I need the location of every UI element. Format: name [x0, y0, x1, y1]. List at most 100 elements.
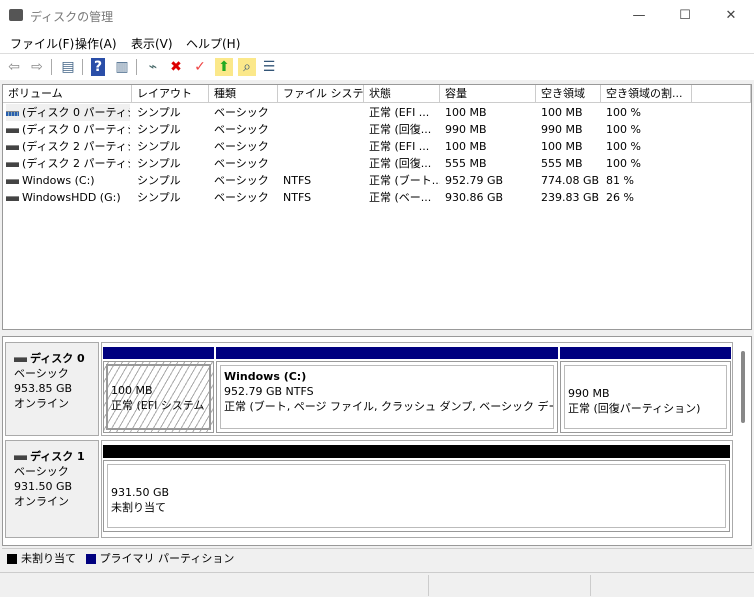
search-icon[interactable]: ⌕: [238, 58, 256, 76]
status-bar: [0, 572, 754, 597]
connect-drive-icon[interactable]: ⌁: [144, 58, 162, 76]
cell-text: 100 MB: [541, 140, 583, 153]
column-header-free-space[interactable]: 空き領域: [536, 85, 601, 103]
partition-status: 正常 (ブート, ページ ファイル, クラッシュ ダンプ, ベーシック データ …: [224, 400, 553, 413]
disk-size: 931.50 GB: [14, 480, 73, 493]
column-header-volume[interactable]: ボリューム: [3, 85, 132, 103]
column-header-filesystem[interactable]: ファイル システム: [278, 85, 364, 103]
cell-text: ベーシック: [214, 123, 269, 136]
table-cell: 正常 (回復...: [369, 121, 440, 138]
cell-text: 正常 (EFI ...: [369, 140, 430, 153]
table-cell: 774.08 GB: [541, 172, 601, 189]
back-icon[interactable]: ⇦: [5, 58, 23, 76]
volume-list: ボリューム レイアウト 種類 ファイル システム 状態 容量 空き領域 空き領域…: [2, 84, 752, 330]
table-cell: 990 MB: [445, 121, 536, 138]
table-cell: 100 MB: [445, 104, 536, 121]
table-cell: 100 MB: [445, 138, 536, 155]
table-cell: シンプル: [137, 121, 209, 138]
cell-text: Windows (C:): [22, 174, 95, 187]
column-header-free-percent[interactable]: 空き領域の割...: [601, 85, 692, 103]
partition-unallocated[interactable]: 931.50 GB 未割り当て: [103, 460, 730, 532]
disk-1-label[interactable]: ディスク 1 ベーシック 931.50 GB オンライン: [5, 440, 99, 538]
vertical-scrollbar[interactable]: [741, 351, 745, 423]
table-row[interactable]: WindowsHDD (G:) シンプル ベーシック NTFS 正常 (ベー... 930…: [3, 189, 751, 206]
table-cell: ベーシック: [214, 104, 278, 121]
partition-stripe: [103, 445, 730, 458]
volume-icon: [6, 144, 19, 150]
forward-icon[interactable]: ⇨: [28, 58, 46, 76]
table-cell: 正常 (ブート...: [369, 172, 440, 189]
partition-size: 100 MB: [111, 384, 153, 397]
toolbar: ⇦ ⇨ ▤ ? ▥ ⌁ ✖ ✓ ⬆ ⌕ ☰: [0, 54, 754, 80]
table-cell: 990 MB: [541, 121, 601, 138]
partition-windows-c[interactable]: Windows (C:) 952.79 GB NTFS 正常 (ブート, ページ…: [216, 361, 558, 433]
menu-action[interactable]: 操作(A): [75, 35, 117, 52]
cell-text: 930.86 GB: [445, 191, 504, 204]
cell-text: ベーシック: [214, 191, 269, 204]
column-header-type[interactable]: 種類: [209, 85, 278, 103]
disk-0-label[interactable]: ディスク 0 ベーシック 953.85 GB オンライン: [5, 342, 99, 436]
minimize-button[interactable]: —: [616, 0, 662, 32]
help-icon[interactable]: ?: [91, 58, 105, 76]
cell-text: NTFS: [283, 174, 312, 187]
table-row[interactable]: (ディスク 0 パーティシ... シンプル ベーシック 正常 (回復... 990 MB…: [3, 121, 751, 138]
cell-text: ベーシック: [214, 157, 269, 170]
table-row[interactable]: (ディスク 0 パーティシ... シンプル ベーシック 正常 (EFI ... 100 …: [3, 104, 751, 121]
window-title: ディスクの管理: [30, 10, 114, 24]
table-row[interactable]: Windows (C:) シンプル ベーシック NTFS 正常 (ブート... 952.7…: [3, 172, 751, 189]
status-divider: [590, 575, 591, 596]
check-icon[interactable]: ✓: [191, 58, 209, 76]
partition-size: 990 MB: [568, 387, 610, 400]
cell-text: 774.08 GB: [541, 174, 600, 187]
toolbar-separator: [82, 59, 83, 75]
cell-text: 952.79 GB: [445, 174, 504, 187]
cell-text: 100 MB: [445, 106, 487, 119]
table-row[interactable]: (ディスク 2 パーティシ... シンプル ベーシック 正常 (EFI ... 100 …: [3, 138, 751, 155]
menu-file[interactable]: ファイル(F): [10, 35, 74, 52]
delete-icon[interactable]: ✖: [167, 58, 185, 76]
properties-icon[interactable]: ☰: [260, 58, 278, 76]
close-button[interactable]: ✕: [708, 0, 754, 32]
table-cell: ベーシック: [214, 138, 278, 155]
cell-text: 990 MB: [445, 123, 487, 136]
cell-text: 正常 (回復...: [369, 157, 432, 170]
partition-stripe: [560, 347, 731, 359]
disk-1-partitions: 931.50 GB 未割り当て: [101, 440, 733, 538]
menu-bar: ファイル(F) 操作(A) 表示(V) ヘルプ(H): [0, 32, 754, 54]
volume-icon: [6, 195, 19, 201]
table-cell: 100 %: [606, 138, 692, 155]
column-header-blank: [692, 85, 751, 103]
cell-text: WindowsHDD (G:): [22, 191, 121, 204]
partition-size: 931.50 GB: [111, 486, 170, 499]
volume-icon: [6, 127, 19, 133]
table-cell: 81 %: [606, 172, 692, 189]
cell-text: ベーシック: [214, 140, 269, 153]
menu-help[interactable]: ヘルプ(H): [186, 35, 240, 52]
cell-text: 正常 (ベー...: [369, 191, 432, 204]
status-divider: [428, 575, 429, 596]
cell-text: (ディスク 2 パーティシ...: [22, 140, 130, 153]
cell-text: 555 MB: [445, 157, 487, 170]
console-tree-icon[interactable]: ▤: [59, 58, 77, 76]
table-cell: 952.79 GB: [445, 172, 536, 189]
partition-efi[interactable]: 100 MB 正常 (EFI システム パーティション): [103, 361, 214, 433]
cell-text: 26 %: [606, 191, 634, 204]
toolbar-separator: [51, 59, 52, 75]
column-header-capacity[interactable]: 容量: [440, 85, 536, 103]
partition-recovery[interactable]: 990 MB 正常 (回復パーティション): [560, 361, 731, 433]
table-cell: (ディスク 0 パーティシ...: [6, 121, 130, 138]
action-pane-icon[interactable]: ▥: [113, 58, 131, 76]
cell-text: (ディスク 2 パーティシ...: [22, 157, 130, 170]
disk-icon: [14, 356, 27, 362]
table-cell: シンプル: [137, 189, 209, 206]
table-cell: シンプル: [137, 172, 209, 189]
disk-management-icon: [9, 9, 23, 21]
table-cell: 100 MB: [541, 138, 601, 155]
menu-view[interactable]: 表示(V): [131, 35, 173, 52]
column-header-layout[interactable]: レイアウト: [132, 85, 209, 103]
folder-up-icon[interactable]: ⬆: [215, 58, 233, 76]
column-header-status[interactable]: 状態: [364, 85, 440, 103]
maximize-button[interactable]: ☐: [662, 0, 708, 32]
table-cell: 100 %: [606, 104, 692, 121]
table-row[interactable]: (ディスク 2 パーティシ... シンプル ベーシック 正常 (回復... 555 MB…: [3, 155, 751, 172]
